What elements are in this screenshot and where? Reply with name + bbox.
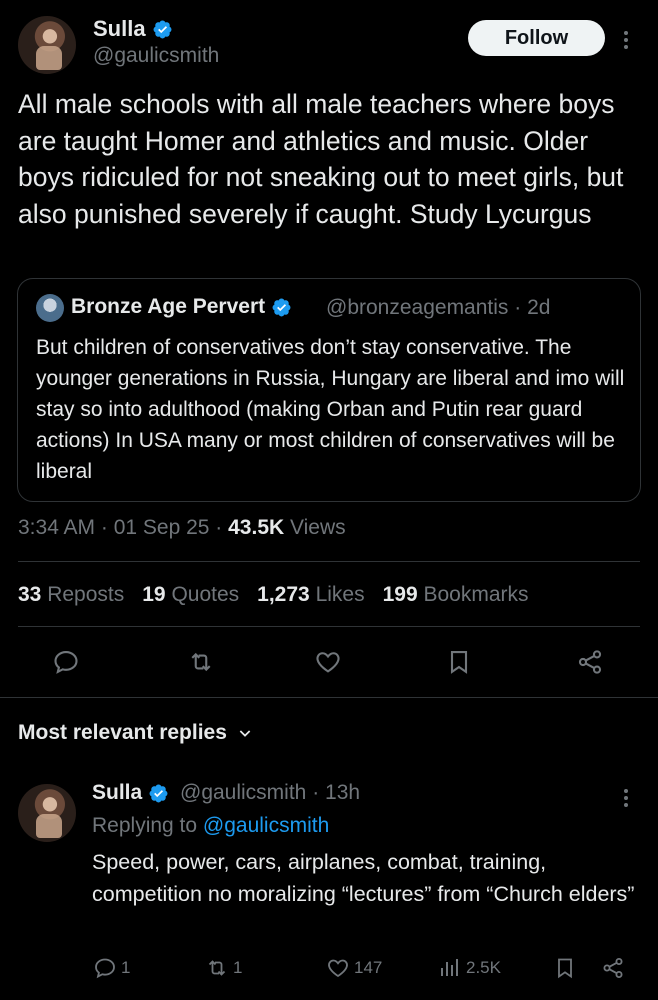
reply-repost-button[interactable]: 1 <box>205 956 242 980</box>
reply-bookmark-button[interactable] <box>553 956 577 980</box>
replies-sort-label: Most relevant replies <box>18 721 227 744</box>
reply-author-handle[interactable]: @gaulicsmith · 13h <box>180 781 360 805</box>
reply-author-name[interactable]: Sulla <box>92 781 142 805</box>
bookmark-icon[interactable] <box>445 648 473 676</box>
quote-text: But children of conservatives don’t stay… <box>36 336 625 483</box>
reply-view-count: 2.5K <box>466 958 501 977</box>
reposts-count: 33 <box>18 583 42 606</box>
reply-text: Speed, power, cars, airplanes, combat, t… <box>92 850 635 906</box>
divider <box>18 561 640 562</box>
share-icon[interactable] <box>576 648 604 676</box>
views-icon <box>441 959 458 976</box>
quotes-label: Quotes <box>171 583 240 606</box>
author-name-row[interactable]: Sulla <box>93 16 173 42</box>
divider <box>18 626 640 627</box>
replies-sort-dropdown[interactable]: Most relevant replies <box>18 721 253 745</box>
reply-author-avatar[interactable] <box>18 784 76 842</box>
share-icon <box>603 958 623 978</box>
like-icon[interactable] <box>314 648 342 676</box>
bookmarks-count: 199 <box>382 583 418 606</box>
post-meta: 3:34 AM · 01 Sep 25 · 43.5K Views <box>18 516 346 540</box>
quote-author-row: Bronze Age Pervert <box>71 295 292 319</box>
likes-label: Likes <box>315 583 365 606</box>
reply-views-button[interactable]: 2.5K <box>438 956 501 980</box>
likes-stat[interactable]: 1,273 Likes <box>257 583 364 607</box>
bookmark-icon <box>558 958 572 979</box>
views-count: 43.5K <box>228 516 285 539</box>
reply-author-row[interactable]: Sulla <box>92 781 169 805</box>
reply-icon <box>95 958 115 979</box>
quote-author-name: Bronze Age Pervert <box>71 295 266 318</box>
post-stats: 33 Reposts 19 Quotes 1,273 Likes 199 Boo… <box>18 583 529 607</box>
verified-badge-icon <box>272 298 291 316</box>
replying-handle-link[interactable]: @gaulicsmith <box>203 814 329 837</box>
quote-author-avatar <box>36 294 64 322</box>
replying-to: Replying to @gaulicsmith <box>92 814 329 838</box>
more-icon[interactable] <box>623 788 633 808</box>
bookmarks-label: Bookmarks <box>423 583 529 606</box>
follow-button[interactable]: Follow <box>468 20 605 56</box>
post-time[interactable]: 3:34 AM · 01 Sep 25 · <box>18 516 228 539</box>
reply-repost-count: 1 <box>233 958 243 977</box>
author-handle[interactable]: @gaulicsmith <box>93 44 219 68</box>
quotes-stat[interactable]: 19 Quotes <box>142 583 239 607</box>
like-icon <box>328 959 348 978</box>
more-icon[interactable] <box>623 30 633 50</box>
reply-reply-button[interactable]: 1 <box>93 956 130 980</box>
replying-prefix: Replying to <box>92 814 203 837</box>
quote-author-handle: @bronzeagemantis · 2d <box>326 296 551 319</box>
repost-icon[interactable] <box>187 648 215 676</box>
verified-badge-icon <box>153 20 172 38</box>
post-text: All male schools with all male teachers … <box>18 89 624 229</box>
author-avatar[interactable] <box>18 16 76 74</box>
chevron-down-icon <box>239 730 251 737</box>
reply-share-button[interactable] <box>601 956 625 980</box>
verified-badge-icon <box>149 784 168 802</box>
likes-count: 1,273 <box>257 583 310 606</box>
divider <box>0 697 658 698</box>
author-name[interactable]: Sulla <box>93 16 146 42</box>
reply-icon[interactable] <box>52 648 80 676</box>
reposts-label: Reposts <box>47 583 125 606</box>
reply-reply-count: 1 <box>121 958 131 977</box>
reply-like-button[interactable]: 147 <box>326 956 382 980</box>
quotes-count: 19 <box>142 583 166 606</box>
reply-like-count: 147 <box>354 958 383 977</box>
repost-icon <box>208 960 226 976</box>
bookmarks-stat[interactable]: 199 Bookmarks <box>383 583 529 607</box>
reposts-stat[interactable]: 33 Reposts <box>18 583 124 607</box>
views-label: Views <box>284 516 346 539</box>
